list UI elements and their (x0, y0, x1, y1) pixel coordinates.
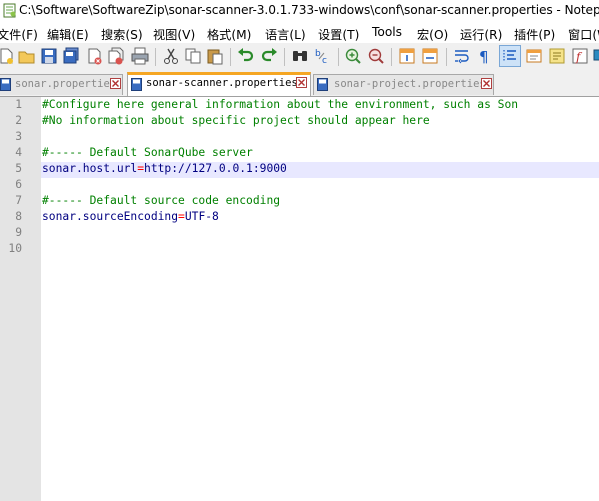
title-bar: C:\Software\SoftwareZip\sonar-scanner-3.… (0, 0, 599, 22)
toolbar-separator (155, 48, 156, 66)
code-line-comment[interactable]: #----- Default SonarQube server (42, 146, 253, 159)
menu-macro[interactable]: 宏(O) (417, 25, 448, 43)
function-list-icon[interactable]: f (570, 46, 590, 66)
word-wrap-icon[interactable] (452, 46, 472, 66)
tab-label: sonar.properties (15, 78, 117, 90)
line-number: 5 (15, 162, 22, 175)
print-icon[interactable] (130, 46, 150, 66)
close-icon[interactable] (84, 46, 104, 66)
tab-label: sonar-project.properties (334, 78, 486, 90)
toolbar-separator (230, 48, 231, 66)
toolbar-separator (338, 48, 339, 66)
tab-sonar-properties[interactable]: sonar.properties (0, 74, 123, 95)
tab-sonar-scanner-properties[interactable]: sonar-scanner.properties (127, 72, 311, 96)
cut-icon[interactable] (161, 46, 181, 66)
menu-language[interactable]: 语言(L) (265, 25, 306, 43)
new-file-icon[interactable] (0, 46, 16, 66)
svg-text:c: c (322, 56, 327, 66)
redo-icon[interactable] (259, 46, 279, 66)
lang-define-icon[interactable] (524, 46, 544, 66)
menu-bar: 文件(F) 编辑(E) 搜索(S) 视图(V) 格式(M) 语言(L) 设置(T… (0, 22, 599, 43)
zoom-in-icon[interactable] (343, 46, 363, 66)
menu-view[interactable]: 视图(V) (153, 25, 195, 43)
sync-vertical-icon[interactable] (397, 46, 417, 66)
property-key: sonar.sourceEncoding (42, 210, 179, 223)
tab-close-icon[interactable] (296, 77, 307, 88)
editor-area[interactable]: 1 2 3 4 5 6 7 8 9 10 #Configure here gen… (0, 97, 599, 501)
indent-guide-icon[interactable] (499, 45, 521, 67)
code-line-property[interactable]: sonar.host.url=http://127.0.0.1:9000 (42, 162, 287, 175)
notepad-app-icon[interactable] (3, 3, 16, 18)
line-number: 9 (15, 226, 22, 239)
code-line-comment[interactable]: #Configure here general information abou… (42, 98, 518, 111)
zoom-out-icon[interactable] (366, 46, 386, 66)
property-equals: = (137, 162, 145, 175)
line-number: 2 (15, 114, 22, 127)
menu-window[interactable]: 窗口(W) (568, 25, 599, 43)
toolbar-separator (391, 48, 392, 66)
window-title: C:\Software\SoftwareZip\sonar-scanner-3.… (19, 3, 599, 17)
menu-tools[interactable]: Tools (372, 25, 402, 39)
menu-edit[interactable]: 编辑(E) (47, 25, 89, 43)
save-icon[interactable] (39, 46, 59, 66)
file-saved-icon (0, 78, 11, 91)
line-number: 6 (15, 178, 22, 191)
line-number: 10 (8, 242, 22, 255)
line-number: 1 (15, 98, 22, 111)
open-file-icon[interactable] (17, 46, 37, 66)
tab-close-icon[interactable] (110, 78, 121, 89)
paste-icon[interactable] (205, 46, 225, 66)
property-equals: = (178, 210, 185, 223)
menu-format[interactable]: 格式(M) (207, 25, 251, 43)
menu-search[interactable]: 搜索(S) (101, 25, 143, 43)
line-number: 4 (15, 146, 22, 159)
property-value: http://127.0.0.1:9000 (144, 162, 287, 175)
file-saved-icon (131, 78, 142, 91)
monitor-icon[interactable] (592, 46, 599, 66)
copy-icon[interactable] (183, 46, 203, 66)
tab-close-icon[interactable] (481, 78, 492, 89)
toolbar-separator (446, 48, 447, 66)
property-key: sonar.host.url (42, 162, 138, 175)
show-all-chars-icon[interactable]: ¶ (475, 46, 495, 66)
sync-horizontal-icon[interactable] (420, 46, 440, 66)
toolbar: bc ¶ f (0, 43, 599, 71)
line-number: 3 (15, 130, 22, 143)
tab-label: sonar-scanner.properties (146, 77, 298, 89)
menu-settings[interactable]: 设置(T) (318, 25, 359, 43)
code-line-property[interactable]: sonar.sourceEncoding=UTF-8 (42, 210, 219, 223)
menu-run[interactable]: 运行(R) (460, 25, 502, 43)
doc-map-icon[interactable] (547, 46, 567, 66)
property-value: UTF-8 (184, 210, 219, 223)
find-icon[interactable] (290, 46, 310, 66)
line-number: 7 (15, 194, 22, 207)
file-saved-icon (317, 78, 328, 91)
menu-file[interactable]: 文件(F) (0, 25, 38, 43)
menu-plugins[interactable]: 插件(P) (514, 25, 555, 43)
code-line-comment[interactable]: #----- Default source code encoding (42, 194, 280, 207)
tab-bar: sonar.properties sonar-scanner.propertie… (0, 71, 599, 97)
close-all-icon[interactable] (106, 46, 126, 66)
save-all-icon[interactable] (61, 46, 81, 66)
svg-text:¶: ¶ (479, 48, 489, 66)
tab-sonar-project-properties[interactable]: sonar-project.properties (313, 74, 494, 95)
undo-icon[interactable] (236, 46, 256, 66)
line-number: 8 (15, 210, 22, 223)
replace-icon[interactable]: bc (313, 46, 333, 66)
toolbar-separator (284, 48, 285, 66)
code-line-comment[interactable]: #No information about specific project s… (42, 114, 430, 127)
